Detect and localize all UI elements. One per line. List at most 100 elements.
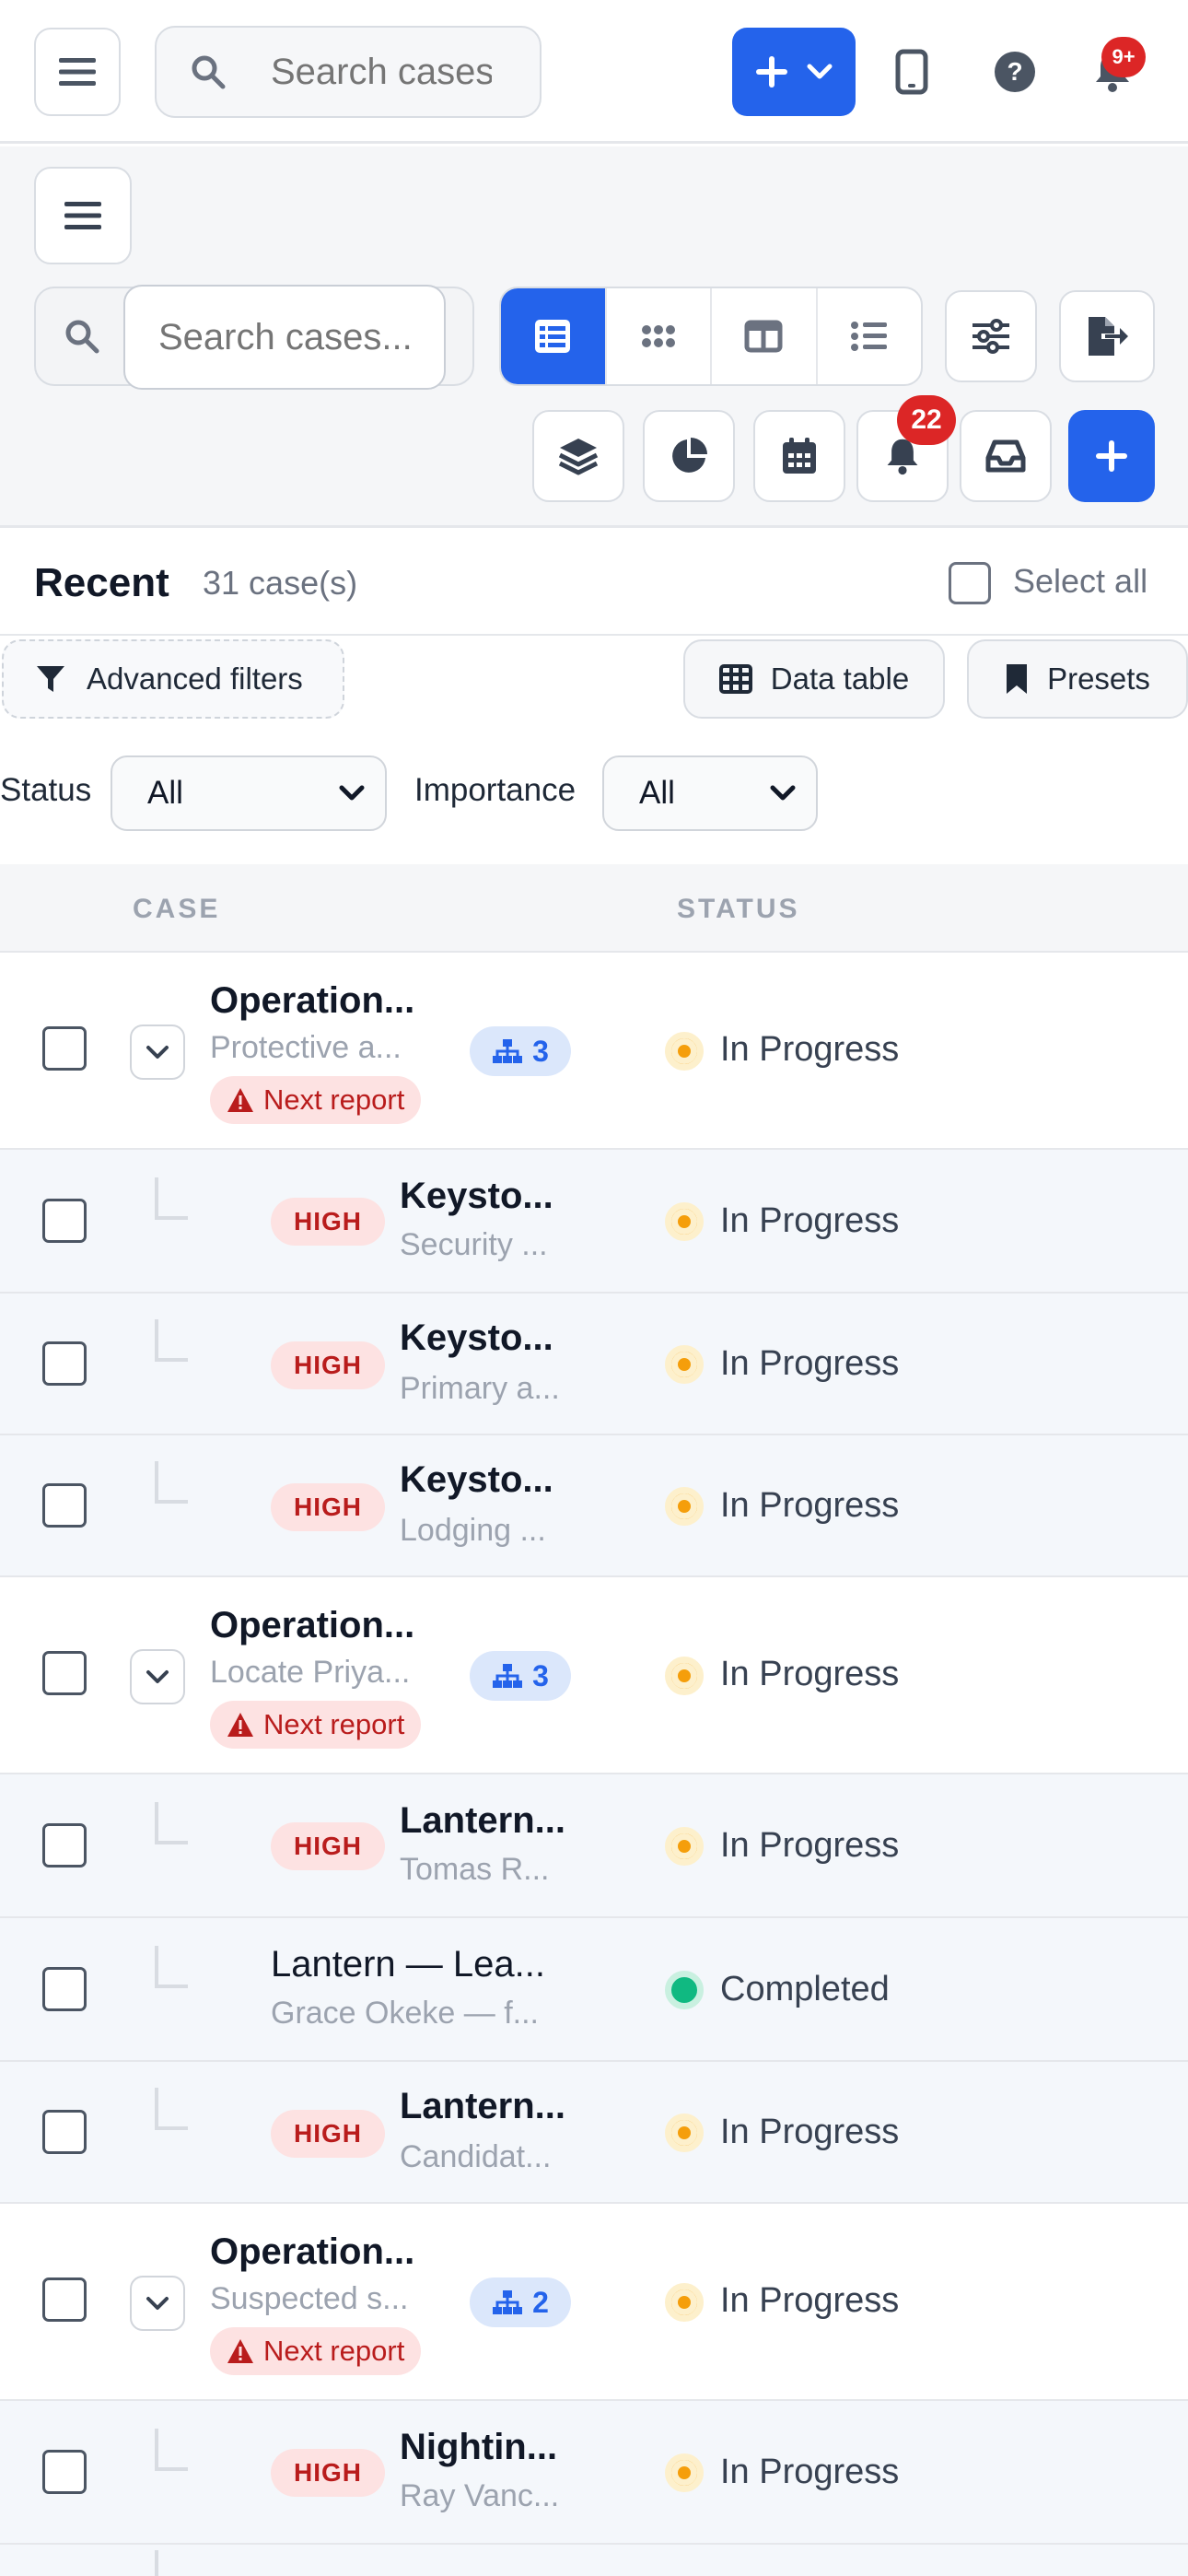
mobile-phone-icon [895, 49, 928, 95]
tree-connector [155, 1319, 188, 1362]
status-filter-select[interactable]: All [111, 755, 387, 831]
case-title[interactable]: Keysto... [400, 1176, 553, 1217]
select-all-label[interactable]: Select all [1013, 562, 1147, 601]
status-dot [665, 1657, 704, 1695]
split-view-button[interactable] [712, 288, 818, 384]
column-header-status[interactable]: STATUS [677, 894, 800, 925]
search-icon [65, 320, 99, 354]
chevron-down-icon [339, 785, 365, 801]
row-checkbox[interactable] [42, 2450, 87, 2494]
case-subtitle: Protective a... [210, 1030, 402, 1065]
table-header: CASE STATUS [0, 864, 1188, 953]
row-checkbox[interactable] [42, 1651, 87, 1695]
chevron-down-icon [146, 1046, 169, 1059]
layers-button[interactable] [532, 410, 624, 502]
expand-toggle-button[interactable] [130, 2276, 185, 2331]
case-search-box[interactable] [34, 285, 474, 390]
case-title[interactable]: Operation... [210, 980, 414, 1022]
layers-icon [558, 439, 599, 475]
status-dot [665, 2283, 704, 2322]
case-title[interactable]: Nightin... [400, 2427, 557, 2468]
table-row[interactable]: Lantern — Lea... Grace Okeke — f... Comp… [0, 1918, 1188, 2062]
case-title[interactable]: Lantern... [400, 1800, 565, 1842]
table-row[interactable]: HIGH Nightin... Ray Vanc... In Progress [0, 2401, 1188, 2545]
select-all-checkbox[interactable] [949, 562, 991, 604]
case-title[interactable]: Operation... [210, 1605, 414, 1646]
subcase-count-badge[interactable]: 2 [470, 2277, 571, 2327]
importance-filter-select[interactable]: All [602, 755, 818, 831]
table-row[interactable]: HIGH Lantern... Tomas R... In Progress [0, 1774, 1188, 1918]
status-dot [665, 1971, 704, 2009]
row-checkbox[interactable] [42, 2110, 87, 2154]
help-button[interactable]: ? [985, 42, 1044, 101]
case-title[interactable]: Keysto... [400, 1317, 553, 1359]
row-checkbox[interactable] [42, 1026, 87, 1071]
row-checkbox[interactable] [42, 1483, 87, 1528]
warning-icon [227, 1088, 253, 1112]
subcase-count-badge[interactable]: 3 [470, 1026, 571, 1076]
row-checkbox[interactable] [42, 2277, 87, 2322]
chevron-down-icon [146, 1670, 169, 1683]
subcase-count-badge[interactable]: 3 [470, 1651, 571, 1701]
presets-button[interactable]: Presets [967, 639, 1188, 719]
tree-connector [155, 1177, 188, 1220]
case-subtitle: Candidat... [400, 2139, 552, 2174]
expand-toggle-button[interactable] [130, 1649, 185, 1704]
table-row[interactable]: Operation... Suspected s... 2 Next repor… [0, 2204, 1188, 2401]
case-title[interactable]: Operation... [210, 2231, 414, 2273]
create-new-button[interactable] [732, 28, 856, 116]
data-table-button[interactable]: Data table [683, 639, 945, 719]
table-row[interactable]: HIGH Keysto... Lodging ... In Progress [0, 1435, 1188, 1577]
table-row[interactable]: HIGH Lantern... Candidat... In Progress [0, 2062, 1188, 2204]
table-row[interactable]: Operation... Protective a... 3 Next repo… [0, 953, 1188, 1150]
row-checkbox[interactable] [42, 1199, 87, 1243]
search-icon [192, 55, 226, 89]
status-text: In Progress [720, 1030, 900, 1069]
export-button[interactable] [1059, 290, 1155, 382]
column-header-case[interactable]: CASE [133, 894, 220, 925]
row-checkbox[interactable] [42, 1967, 87, 2011]
tree-connector [155, 1946, 188, 1988]
warning-icon [227, 1713, 253, 1737]
status-text: In Progress [720, 1201, 900, 1240]
tree-connector [155, 2088, 188, 2130]
data-table-label: Data table [770, 662, 910, 696]
case-title[interactable]: Keysto... [400, 1459, 553, 1501]
table-row[interactable]: Operation... Locate Priya... 3 Next repo… [0, 1577, 1188, 1774]
mobile-view-button[interactable] [884, 42, 939, 101]
advanced-filters-button[interactable]: Advanced filters [2, 639, 344, 719]
grid-view-button[interactable] [607, 288, 712, 384]
panel-menu-button[interactable] [34, 167, 132, 264]
row-checkbox[interactable] [42, 1341, 87, 1386]
analytics-button[interactable] [643, 410, 735, 502]
row-checkbox[interactable] [42, 1823, 87, 1868]
case-title[interactable]: Lantern — Lea... [271, 1944, 545, 1985]
global-search-box[interactable] [155, 26, 542, 118]
global-search-input[interactable] [271, 51, 492, 93]
list-view-icon [535, 320, 571, 353]
case-title[interactable]: Lantern... [400, 2086, 565, 2127]
importance-filter-label: Importance [414, 772, 577, 808]
expand-toggle-button[interactable] [130, 1025, 185, 1080]
hamburger-menu-button[interactable] [34, 28, 121, 116]
status-text: In Progress [720, 1655, 900, 1693]
inbox-icon [985, 439, 1026, 473]
calendar-button[interactable] [753, 410, 845, 502]
case-search-input[interactable] [123, 285, 446, 390]
status-dot [665, 1032, 704, 1071]
grid-view-icon [641, 325, 675, 347]
compact-list-view-button[interactable] [818, 288, 922, 384]
priority-badge: HIGH [271, 1822, 385, 1870]
subcase-count: 3 [532, 1658, 549, 1692]
list-view-button[interactable] [501, 288, 607, 384]
chevron-down-icon [807, 64, 833, 79]
table-row[interactable]: HIGH Keysto... Security ... In Progress [0, 1150, 1188, 1294]
inbox-button[interactable] [960, 410, 1052, 502]
table-row[interactable]: HIGH Keysto... Primary a... In Progress [0, 1294, 1188, 1435]
next-report-tag: Next report [210, 2327, 422, 2375]
next-report-tag: Next report [210, 1076, 422, 1124]
filter-settings-button[interactable] [945, 290, 1037, 382]
priority-badge: HIGH [271, 1341, 385, 1389]
table-row[interactable] [0, 2545, 1188, 2576]
add-case-button[interactable] [1068, 410, 1155, 502]
